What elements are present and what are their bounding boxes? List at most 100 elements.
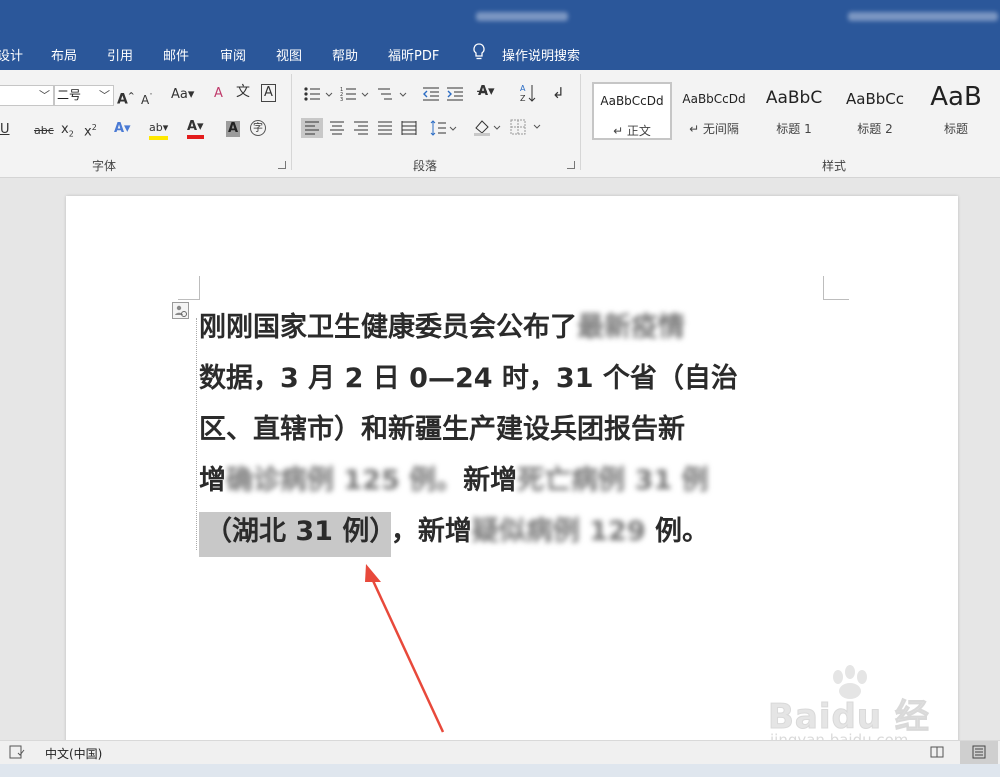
lightbulb-icon[interactable] [472,43,486,65]
tab-review[interactable]: 审阅 [220,45,246,64]
style-preview: AaBbCcDd [600,94,664,108]
ribbon-tab-bar: 设计 布局 引用 邮件 审阅 视图 帮助 福昕PDF 操作说明搜索 [0,36,1000,70]
styles-group-label: 样式 [822,159,847,173]
subscript-icon[interactable]: x2 [61,122,74,143]
blurred-document-title [476,12,568,21]
font-color-icon[interactable]: A▾ [187,119,204,139]
tab-layout[interactable]: 布局 [51,45,77,64]
group-divider [291,74,292,170]
style-preview: AaB [930,82,982,112]
doc-text: 新增 [463,465,518,496]
tab-references[interactable]: 引用 [107,45,133,64]
doc-text: 增 [199,465,226,496]
doc-line: 区、直辖市）和新疆生产建设兵团报告新 [199,404,819,455]
doc-text: 例。 [645,516,710,547]
group-divider [580,74,581,170]
superscript-icon[interactable]: x2 [84,120,97,140]
strikethrough-icon[interactable]: abc [34,123,54,139]
align-right-icon[interactable] [353,120,369,136]
doc-text: 数据，3 月 2 日 0—24 时，31 个省（自治 [199,363,738,394]
language-indicator[interactable]: 中文(中国) [45,745,102,762]
ribbon: ﹀ 二号 ﹀ A^ Aˇ Aa▾ A 文 A U abc x2 x2 A▾ ab▾… [0,70,1000,178]
change-case-button[interactable]: Aa▾ [171,87,194,103]
margin-corner-mark [823,276,849,300]
bullets-icon[interactable] [304,86,334,102]
grow-font-icon[interactable]: A^ [117,88,135,108]
blurred-account-name [848,12,998,21]
selected-text-highlight[interactable]: （湖北 31 例） [199,512,391,557]
tab-help[interactable]: 帮助 [332,45,358,64]
line-spacing-icon[interactable] [430,119,458,137]
font-group-label: 字体 [92,159,117,173]
shading-icon[interactable] [472,118,502,136]
font-name-combo[interactable]: ﹀ [0,85,54,106]
style-name: 标题 2 [857,122,893,136]
character-shading-icon[interactable]: A [226,121,241,137]
read-mode-icon[interactable] [930,745,944,762]
document-body[interactable]: 刚刚国家卫生健康委员会公布了最新疫情 数据，3 月 2 日 0—24 时，31 … [199,302,819,557]
font-dialog-launcher-icon[interactable] [278,161,286,169]
proofing-icon[interactable] [9,745,25,762]
underline-icon[interactable]: U [0,122,10,138]
doc-line: 增确诊病例 125 例。新增死亡病例 31 例 [199,455,819,506]
style-preview: AaBbCc [846,90,904,108]
character-border-icon[interactable]: A [261,84,276,102]
align-center-icon[interactable] [329,120,345,136]
paragraph-layout-icon[interactable] [172,302,189,319]
enclose-characters-icon[interactable]: 字 [250,120,266,136]
doc-text: ，新增 [390,516,472,547]
style-preview: AaBbC [765,88,823,108]
taskbar-strip [0,764,1000,777]
doc-line: 刚刚国家卫生健康委员会公布了最新疫情 [199,302,819,353]
highlight-color-icon[interactable]: ab▾ [149,120,169,140]
style-no-spacing[interactable]: AaBbCcDd ↵ 无间隔 [674,82,754,140]
style-normal[interactable]: AaBbCcDd ↵ 正文 [592,82,672,140]
justify-icon[interactable] [377,120,393,136]
style-name: 标题 [943,122,968,136]
text-effects-icon[interactable]: A▾ [114,121,131,137]
distributed-icon[interactable] [401,120,417,136]
doc-line: 数据，3 月 2 日 0—24 时，31 个省（自治 [199,353,819,404]
doc-text: 刚刚国家卫生健康委员会公布了 [199,312,577,343]
style-title[interactable]: AaB 标题 [916,82,996,140]
style-name: ↵ 无间隔 [689,122,739,136]
chinese-layout-icon[interactable]: A̶▾ [478,84,495,100]
style-heading-2[interactable]: AaBbCc 标题 2 [835,82,915,140]
print-layout-icon[interactable] [960,741,998,764]
status-bar: 中文(中国) [0,740,1000,764]
change-case-label: Aa [171,87,188,102]
decrease-indent-icon[interactable] [422,86,440,102]
style-name: 标题 1 [776,122,812,136]
increase-indent-icon[interactable] [446,86,464,102]
shrink-font-icon[interactable]: Aˇ [141,89,153,108]
paragraph-dialog-launcher-icon[interactable] [567,161,575,169]
paragraph-group-label: 段落 [413,159,438,173]
phonetic-guide-icon[interactable]: 文 [236,84,250,100]
chevron-down-icon: ﹀ [99,89,110,102]
numbering-icon[interactable]: 123 [340,86,370,102]
show-paragraph-marks-icon[interactable]: ↲ [552,85,565,101]
tab-mailings[interactable]: 邮件 [163,45,189,64]
blurred-text: 最新疫情 [577,312,685,343]
margin-corner-mark [178,276,200,300]
style-preview: AaBbCcDd [682,92,746,106]
font-size-combo[interactable]: 二号 ﹀ [54,85,114,106]
svg-text:3: 3 [340,97,343,102]
style-name: ↵ 正文 [613,124,651,138]
tab-design[interactable]: 设计 [0,45,23,64]
doc-line: （湖北 31 例） ，新增疑似病例 129 例。 [199,506,819,557]
align-left-icon[interactable] [301,118,323,138]
svg-text:A: A [520,84,526,93]
borders-icon[interactable] [510,119,544,135]
tab-foxit-pdf[interactable]: 福昕PDF [388,45,439,64]
tell-me-search[interactable]: 操作说明搜索 [502,45,580,64]
clear-formatting-icon[interactable]: A [214,86,223,102]
multilevel-list-icon[interactable] [376,86,408,102]
sort-icon[interactable]: AZ [520,83,536,103]
svg-text:Z: Z [520,94,526,103]
text-boundary-line [196,318,197,550]
style-heading-1[interactable]: AaBbC 标题 1 [754,82,834,140]
blurred-text: 死亡病例 31 例 [517,465,709,496]
blurred-text: 确诊病例 125 例。 [226,465,464,496]
tab-view[interactable]: 视图 [276,45,302,64]
